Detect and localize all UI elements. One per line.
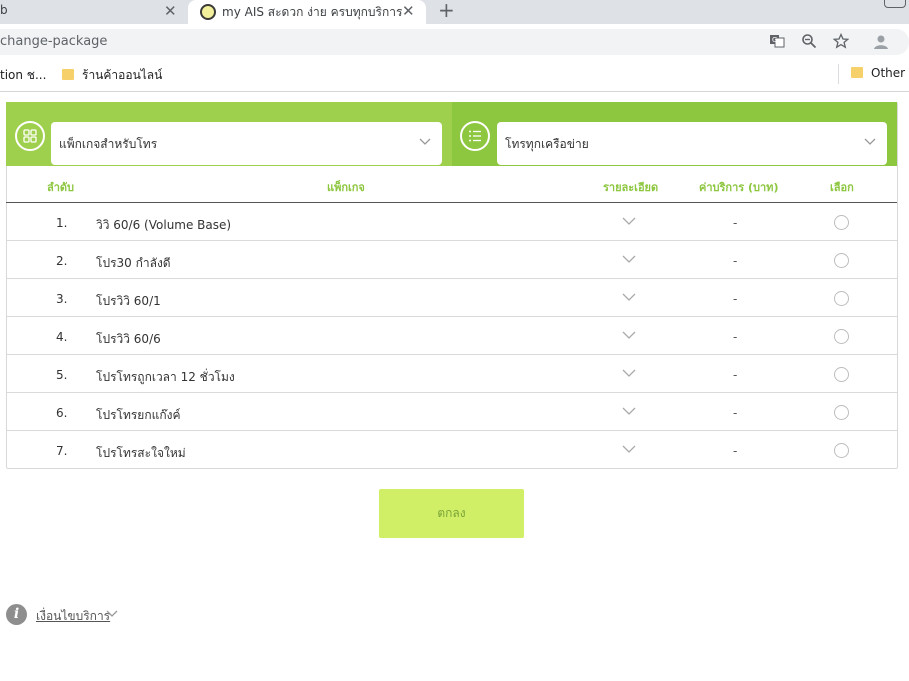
favicon-icon [200, 4, 216, 20]
tab-close-icon[interactable]: ✕ [402, 2, 415, 20]
select-radio[interactable] [834, 329, 849, 344]
bookmark-item[interactable]: ร้านค้าออนไลน์ [62, 66, 162, 85]
package-price: - [733, 444, 738, 458]
package-name: วิวิ 60/6 (Volume Base) [96, 218, 232, 232]
tab-title: b [0, 3, 8, 17]
package-price: - [733, 216, 738, 230]
header-select: เลือก [830, 181, 854, 194]
select-radio[interactable] [834, 443, 849, 458]
row-number: 3. [56, 292, 68, 306]
details-chevron-icon[interactable] [622, 330, 636, 340]
header-price: ค่าบริการ (บาท) [699, 181, 779, 194]
details-chevron-icon[interactable] [622, 292, 636, 302]
package-price: - [733, 292, 738, 306]
header-details: รายละเอียด [603, 181, 659, 194]
browser-tab-inactive[interactable]: b ✕ [0, 0, 186, 24]
window-control-icon[interactable] [884, 0, 906, 8]
header-index: ลำดับ [47, 181, 75, 194]
select-radio[interactable] [834, 215, 849, 230]
folder-icon [62, 69, 74, 80]
subcategory-select[interactable]: โทรทุกเครือข่าย [497, 122, 887, 165]
tab-close-icon[interactable]: ✕ [164, 2, 177, 20]
chevron-down-icon [864, 138, 876, 145]
package-name: โปรโทรสะใจใหม่ [96, 446, 186, 460]
profile-icon[interactable] [872, 33, 890, 51]
category-select-value: แพ็กเกจสำหรับโทร [59, 137, 158, 151]
zoom-out-icon[interactable] [800, 33, 818, 51]
table-row: 1. วิวิ 60/6 (Volume Base) - [6, 203, 897, 241]
select-radio[interactable] [834, 291, 849, 306]
package-price: - [733, 368, 738, 382]
row-number: 4. [56, 330, 68, 344]
table-row: 5. โปรโทรถูกเวลา 12 ชั่วโมง - [6, 355, 897, 393]
package-price: - [733, 406, 738, 420]
package-price: - [733, 254, 738, 268]
folder-icon [851, 67, 863, 78]
translate-icon[interactable]: G [768, 33, 786, 51]
bookmark-label: Other b [871, 66, 909, 80]
new-tab-icon[interactable]: + [438, 0, 455, 22]
header-package: แพ็กเกจ [327, 181, 365, 194]
bookmark-item-other[interactable]: Other b [851, 66, 909, 80]
row-number: 5. [56, 368, 68, 382]
package-name: โปร30 กำลังดี [96, 256, 171, 270]
bookmark-separator [838, 64, 839, 84]
package-price: - [733, 330, 738, 344]
bookmark-label: ร้านค้าออนไลน์ [82, 68, 163, 82]
category-select[interactable]: แพ็กเกจสำหรับโทร [51, 122, 442, 165]
ok-button[interactable]: ตกลง [379, 489, 524, 538]
bookmark-label: tion ช... [0, 68, 47, 82]
chevron-down-icon [419, 138, 431, 145]
select-radio[interactable] [834, 253, 849, 268]
package-name: โปรวิวิ 60/1 [96, 294, 161, 308]
details-chevron-icon[interactable] [622, 254, 636, 264]
chevron-down-icon[interactable] [106, 609, 118, 619]
row-number: 7. [56, 444, 68, 458]
select-radio[interactable] [834, 367, 849, 382]
table-row: 6. โปรโทรยกแก๊งค์ - [6, 393, 897, 431]
details-chevron-icon[interactable] [622, 216, 636, 226]
table-row: 3. โปรวิวิ 60/1 - [6, 279, 897, 317]
svg-text:G: G [772, 36, 777, 44]
package-name: โปรโทรยกแก๊งค์ [96, 408, 181, 422]
bookmark-star-icon[interactable] [832, 32, 850, 51]
package-name: โปรวิวิ 60/6 [96, 332, 161, 346]
select-radio[interactable] [834, 405, 849, 420]
details-chevron-icon[interactable] [622, 368, 636, 378]
row-number: 6. [56, 406, 68, 420]
browser-tab-active[interactable]: my AIS สะดวก ง่าย ครบทุกบริการ ✕ [188, 0, 426, 24]
details-chevron-icon[interactable] [622, 406, 636, 416]
terms-link[interactable]: เงื่อนไขบริการ [36, 607, 110, 626]
info-icon: i [6, 604, 27, 625]
table-row: 4. โปรวิวิ 60/6 - [6, 317, 897, 355]
table-row: 2. โปร30 กำลังดี - [6, 241, 897, 279]
table-row: 7. โปรโทรสะใจใหม่ - [6, 431, 897, 469]
row-number: 2. [56, 254, 68, 268]
bookmark-item[interactable]: tion ช... [0, 66, 46, 85]
address-url[interactable]: change-package [0, 34, 107, 49]
list-icon [460, 121, 490, 151]
package-name: โปรโทรถูกเวลา 12 ชั่วโมง [96, 370, 235, 384]
grid-icon [15, 121, 45, 151]
row-number: 1. [56, 216, 68, 230]
details-chevron-icon[interactable] [622, 444, 636, 454]
tab-title: my AIS สะดวก ง่าย ครบทุกบริการ [222, 5, 403, 19]
subcategory-select-value: โทรทุกเครือข่าย [505, 137, 589, 151]
